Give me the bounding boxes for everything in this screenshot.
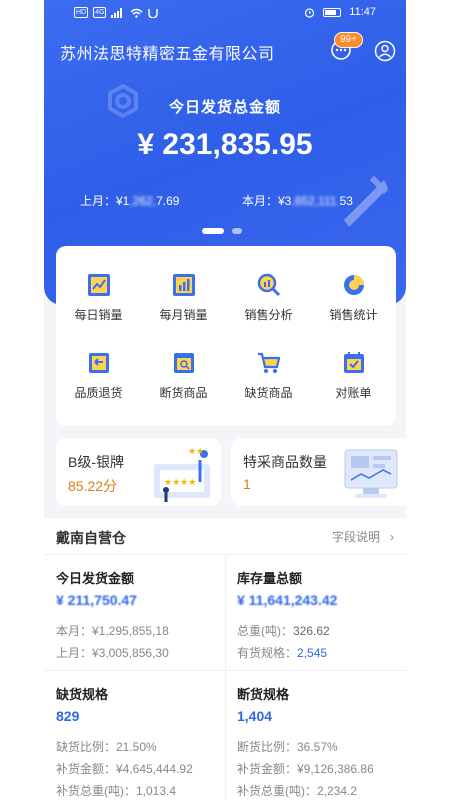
stock-specs: 有货规格：2,545	[237, 646, 328, 660]
carousel-indicator[interactable]	[202, 228, 242, 234]
shipped-this-month: 本月：¥1,295,855,18	[56, 624, 169, 638]
shortage-specs-value: 829	[56, 708, 80, 724]
hd-indicator: HD	[74, 7, 89, 18]
outstock-replenish-weight: 补货总重(吨)：2,234.2	[237, 784, 358, 798]
outstock-specs-title: 断货规格	[237, 687, 290, 702]
monthly-sales-icon	[172, 274, 195, 296]
special-goods-title: 特采商品数量	[243, 454, 327, 470]
menu-item-sales-analysis[interactable]: 销售分析	[226, 272, 311, 323]
carousel-dot[interactable]	[232, 228, 242, 234]
hero-title: 今日发货总金额	[168, 99, 281, 116]
stock-total-value: ¥ 11,641,243.42	[237, 592, 338, 608]
shortage-replenish-amount: 补货金额：¥4,645,444.92	[56, 762, 193, 776]
stock-total-title: 库存量总额	[237, 571, 303, 586]
menu-item-shortage[interactable]: 缺货商品	[226, 350, 311, 401]
field-description-link[interactable]: 字段说明 ›	[332, 528, 394, 545]
status-bar: HD 4G 11:47	[44, 0, 406, 28]
menu-item-monthly-sales[interactable]: 每月销量	[141, 272, 226, 323]
shortage-cart-icon	[257, 352, 280, 373]
message-badge: 99+	[334, 32, 363, 48]
menu-item-daily-sales[interactable]: 每日销量	[56, 272, 141, 323]
rating-title: B级-银牌	[68, 454, 124, 470]
status-time: 11:47	[349, 6, 376, 18]
shortage-ratio: 缺货比例：21.50%	[56, 740, 157, 754]
special-goods-count: 1	[243, 476, 251, 492]
stock-weight: 总重(吨)：326.62	[237, 624, 330, 638]
statement-icon	[343, 352, 364, 373]
carousel-dot-active[interactable]	[202, 228, 224, 234]
signal-icon	[111, 7, 123, 18]
battery-icon	[323, 7, 342, 17]
svg-text:★★: ★★	[188, 447, 204, 457]
dashboard-illustration-icon	[344, 449, 398, 498]
outstock-ratio: 断货比例：36.57%	[237, 740, 338, 754]
svg-text:★★★★: ★★★★	[164, 478, 196, 488]
chevron-right-icon: ›	[390, 530, 394, 544]
network-type-indicator: 4G	[93, 7, 107, 18]
last-month-amount: 上月：¥1,262,7.69	[80, 194, 180, 208]
today-shipped-title: 今日发货金额	[56, 571, 135, 586]
divider	[44, 670, 406, 671]
shortage-replenish-weight: 补货总重(吨)：1,013.4	[56, 784, 177, 798]
company-name: 苏州法思特精密五金有限公司	[60, 46, 275, 63]
hero-total-amount: ¥ 231,835.95	[137, 128, 313, 161]
divider	[225, 554, 226, 800]
warehouse-name: 戴南自营仓	[56, 530, 126, 546]
this-month-amount: 本月：¥3,652,111.53	[242, 194, 353, 208]
out-of-stock-icon	[173, 353, 194, 373]
rating-illustration-icon: ★★★★ ★★	[154, 447, 210, 502]
menu-item-quality-return[interactable]: 品质退货	[56, 350, 141, 401]
special-goods-card[interactable]: 特采商品数量 1	[231, 438, 406, 506]
menu-item-sales-stats[interactable]: 销售统计	[311, 272, 396, 323]
daily-sales-icon	[87, 274, 110, 296]
outstock-replenish-amount: 补货金额：¥9,126,386.86	[237, 762, 374, 776]
warehouse-panel: 戴南自营仓 字段说明 › 今日发货金额 ¥ 211,750.47 本月：¥1,29…	[44, 518, 406, 800]
shipped-last-month: 上月：¥3,005,856,30	[56, 646, 169, 660]
alarm-icon	[305, 7, 315, 18]
app-notify-icon	[148, 8, 159, 18]
quality-return-icon	[88, 353, 109, 373]
outstock-specs-value: 1,404	[237, 708, 273, 724]
wifi-icon	[130, 8, 143, 18]
menu-item-statement[interactable]: 对账单	[311, 350, 396, 401]
function-menu: 每日销量 每月销量 销售分析 销售统计 品质退货 断货商品 缺货商品 对账单	[56, 246, 396, 426]
shortage-specs-title: 缺货规格	[56, 687, 109, 702]
menu-item-out-of-stock[interactable]: 断货商品	[141, 350, 226, 401]
user-profile-icon[interactable]	[374, 40, 396, 62]
sales-stats-icon	[343, 275, 364, 295]
today-shipped-value: ¥ 211,750.47	[56, 592, 137, 608]
rating-card[interactable]: B级-银牌 85.22分 ★★★★ ★★	[56, 438, 221, 506]
rating-score: 85.22分	[68, 478, 118, 494]
app-screen: HD 4G 11:47 苏州法思特精密五金有限公司 99+ 今日发货总金额 ¥ …	[44, 0, 406, 800]
sales-analysis-icon	[257, 273, 280, 297]
